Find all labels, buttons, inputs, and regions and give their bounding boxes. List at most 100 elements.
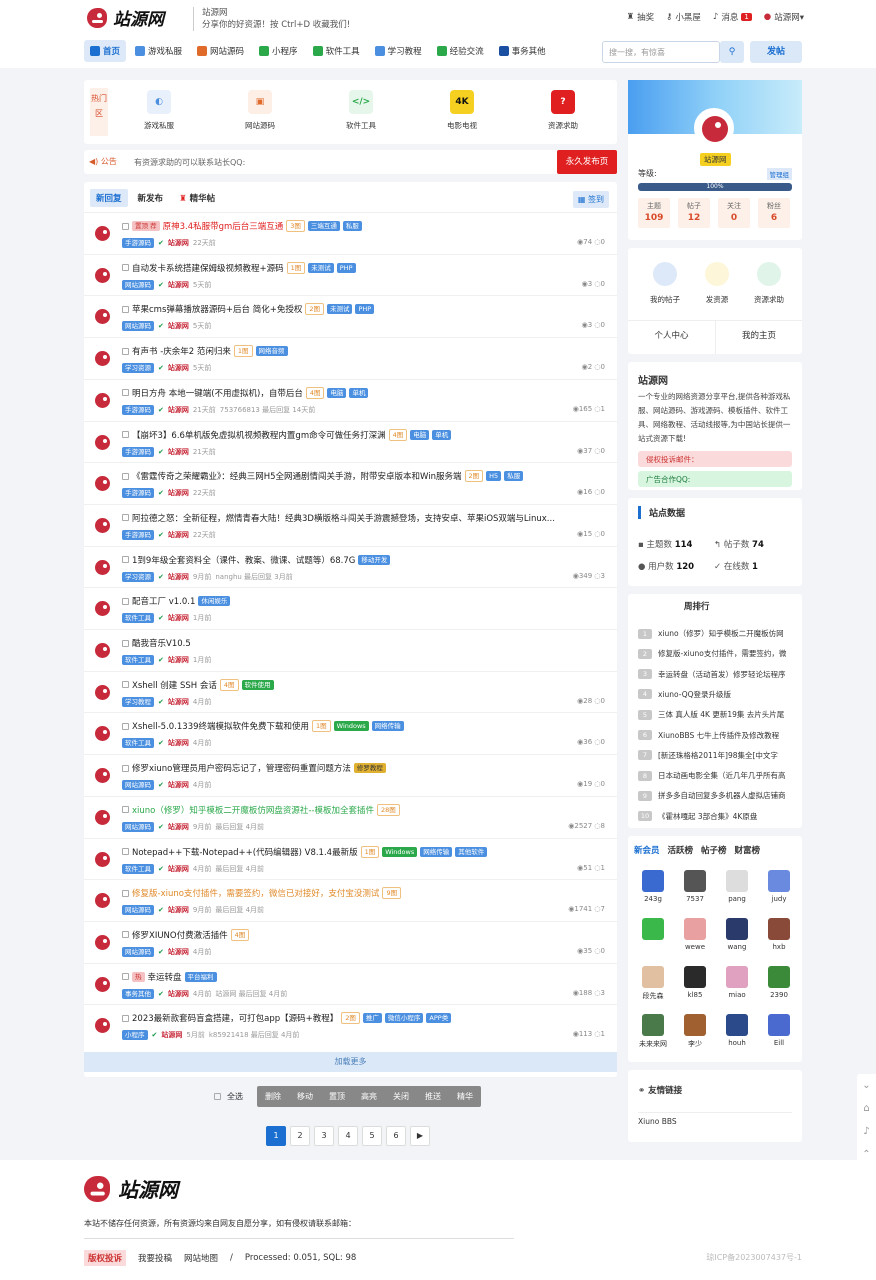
copyright-complaint-link[interactable]: 版权投诉 (84, 1250, 127, 1266)
user-menu[interactable]: ● 站源网▾ (764, 11, 804, 23)
friend-link-item[interactable]: Xiuno BBS (638, 1112, 792, 1126)
author-avatar[interactable] (94, 642, 112, 660)
post-category[interactable]: 学习教程 (122, 696, 154, 707)
post-title[interactable]: Xshell-5.0.1339终端模拟软件免费下载和使用 (132, 720, 309, 732)
lottery-link[interactable]: ♜ 抽奖 (626, 11, 654, 23)
member-item[interactable]: 李少 (680, 1014, 710, 1049)
nav-item-1[interactable]: 游戏私服 (129, 40, 188, 62)
table-row[interactable]: 1到9年级全套资料全（课件、教案、微课、试题等）68.7G 移动开发 学习资源 ✔ 站源… (84, 545, 617, 588)
nav-item-0[interactable]: 首页 (84, 40, 127, 62)
list-item[interactable]: 4 xiuno-QQ登录升级版 (638, 689, 798, 700)
post-checkbox[interactable] (122, 514, 129, 522)
post-tag[interactable]: 平台福利 (184, 971, 217, 982)
table-row[interactable]: 配音工厂 v1.0.1 休闲娱乐 软件工具 ✔ 站源网 1月前 (84, 587, 617, 629)
nav-item-2[interactable]: 网站源码 (191, 40, 250, 62)
post-tag[interactable]: 私服 (342, 221, 362, 231)
table-row[interactable]: 修罗xiuno管理员用户密码忘记了，管理密码重置问题方法 修罗教程 网站源码 ✔ 站源网… (84, 754, 617, 796)
post-title[interactable]: 明日方舟 本地一键端(不用虚拟机)，自带后台 (132, 387, 303, 399)
post-tag[interactable]: APP类 (426, 1013, 452, 1024)
post-checkbox[interactable] (122, 472, 129, 480)
author-avatar[interactable] (94, 976, 112, 994)
post-tag[interactable]: 推广 (362, 1013, 382, 1024)
post-button[interactable]: 发帖 (750, 41, 802, 63)
table-row[interactable]: 2023最新款套码盲盒搭建，可打包app【源码+教程】 2图 推广 微信小程序 APP类… (84, 1004, 617, 1046)
post-author[interactable]: 站源网 (168, 530, 189, 540)
profile-username[interactable]: 站源网 (700, 153, 731, 166)
post-tag[interactable]: 修罗教程 (353, 763, 386, 774)
bell-icon[interactable]: ♪ (863, 1126, 869, 1137)
post-checkbox[interactable] (122, 681, 129, 689)
post-title[interactable]: 酷我音乐V10.5 (132, 637, 191, 649)
list-item[interactable]: 7 [新还珠格格2011年]98集全[中文字 (638, 750, 798, 761)
quick-item-2[interactable]: 资源求助 (744, 262, 794, 305)
tab-post-rank[interactable]: 帖子榜 (701, 844, 727, 856)
author-avatar[interactable] (94, 725, 112, 743)
messages-link[interactable]: ♪ 消息 1 (713, 11, 752, 23)
author-avatar[interactable] (94, 475, 112, 493)
post-author[interactable]: 站源网 (168, 738, 189, 748)
nav-item-5[interactable]: 学习教程 (369, 40, 428, 62)
chevron-up-icon[interactable]: ⌃ (862, 1149, 870, 1160)
post-tag[interactable]: Windows (333, 721, 369, 732)
hot-item-1[interactable]: ▣ 网站源码 (225, 90, 295, 131)
post-title[interactable]: 修罗xiuno管理员用户密码忘记了，管理密码重置问题方法 (132, 762, 351, 774)
post-checkbox[interactable] (122, 347, 129, 355)
post-tag[interactable]: 4图 (305, 386, 325, 399)
member-item[interactable]: Eill (764, 1014, 794, 1047)
post-tag[interactable]: 2图 (305, 303, 324, 316)
table-row[interactable]: 酷我音乐V10.5 软件工具 ✔ 站源网 1月前 (84, 629, 617, 671)
post-checkbox[interactable] (122, 889, 129, 897)
post-checkbox[interactable] (122, 222, 129, 230)
my-home-link[interactable]: 我的主页 (715, 320, 802, 354)
nav-item-7[interactable]: 事务其他 (493, 40, 552, 62)
page-button[interactable]: 6 (386, 1126, 406, 1146)
post-checkbox[interactable] (122, 305, 129, 313)
batch-action-0[interactable]: 删除 (257, 1086, 289, 1107)
post-title[interactable]: 修复版-xiuno支付插件，需要签约，微信已对接好，支付宝没测试 (132, 887, 379, 899)
icp-record[interactable]: 琼ICP备2023007437号-1 (706, 1252, 802, 1263)
post-tag[interactable]: 电脑 (327, 387, 347, 398)
post-category[interactable]: 小程序 (122, 1030, 148, 1041)
post-title[interactable]: Notepad++下载-Notepad++(代码编辑器) V8.1.4最新版 (132, 846, 358, 858)
tab-new-post[interactable]: 新发布 (132, 189, 170, 207)
batch-action-5[interactable]: 推送 (417, 1086, 449, 1107)
post-category[interactable]: 学习资源 (122, 363, 154, 374)
load-more-button[interactable]: 加载更多 (84, 1052, 617, 1072)
sitemap-link[interactable]: 网站地图 (184, 1252, 218, 1264)
profile-avatar[interactable] (694, 108, 734, 148)
hot-item-2[interactable]: </> 软件工具 (326, 90, 396, 131)
post-category[interactable]: 手游源码 (122, 446, 154, 457)
submit-link[interactable]: 我要投稿 (138, 1252, 172, 1264)
post-category[interactable]: 学习资源 (122, 571, 154, 582)
table-row[interactable]: 阿拉德之怒：全新征程，燃情青春大陆！经典3D横版格斗闯关手游震撼登场，支持安卓、… (84, 503, 617, 546)
post-title[interactable]: 【崩坏3】6.6单机版免虚拟机视频教程内置gm命令可做任务打深渊 (132, 429, 386, 441)
post-tag[interactable]: 私服 (504, 471, 524, 482)
member-item[interactable]: 段先森 (638, 966, 668, 1001)
table-row[interactable]: 有声书 -庆余年2 范闲归来 1图 网络音频 学习资源 ✔ 站源网 5天前 ◉2 ◌0 (84, 337, 617, 379)
post-title[interactable]: 苹果cms弹幕播放器源码+后台 简化+免授权 (132, 303, 302, 315)
list-item[interactable]: 10 《霍林嘎起 3部合集》4K原盘 (638, 811, 798, 822)
post-author[interactable]: 站源网 (168, 822, 189, 832)
select-all-checkbox[interactable] (214, 1093, 221, 1100)
table-row[interactable]: xiuno（修罗）知乎模板二开魔板仿网盘资源社--模板加全套插件 28图 网站源码 ✔… (84, 795, 617, 838)
post-checkbox[interactable] (122, 556, 129, 564)
nav-item-3[interactable]: 小程序 (253, 40, 304, 62)
post-category[interactable]: 软件工具 (122, 655, 154, 665)
post-tag[interactable]: 1图 (233, 345, 253, 358)
post-category[interactable]: 网站源码 (122, 946, 154, 957)
tab-wealth-rank[interactable]: 财富榜 (735, 844, 761, 856)
quick-item-0[interactable]: 我的帖子 (640, 262, 690, 305)
page-button[interactable]: 2 (290, 1126, 310, 1146)
post-tag[interactable]: 电脑 (410, 429, 430, 440)
table-row[interactable]: 自动发卡系统搭建保姆级视频教程+源码 1图 未测试 PHP 网站源码 ✔ 站源网 5天前 ◉3 … (84, 253, 617, 296)
profile-stat[interactable]: 主题 109 (638, 198, 670, 228)
post-author[interactable]: 站源网 (168, 989, 189, 999)
post-tag[interactable]: 单机 (432, 429, 452, 440)
post-title[interactable]: 原神3.4私服带gm后台三端互通 (163, 220, 284, 232)
post-checkbox[interactable] (122, 1014, 129, 1022)
post-title[interactable]: 配音工厂 v1.0.1 (132, 595, 195, 607)
post-tag[interactable]: 9图 (382, 887, 402, 900)
list-item[interactable]: 5 三体 真人版 4K 更新19集 去片头片尾 (638, 709, 798, 720)
post-category[interactable]: 软件工具 (122, 863, 154, 874)
post-tag[interactable]: 2图 (341, 1012, 360, 1025)
